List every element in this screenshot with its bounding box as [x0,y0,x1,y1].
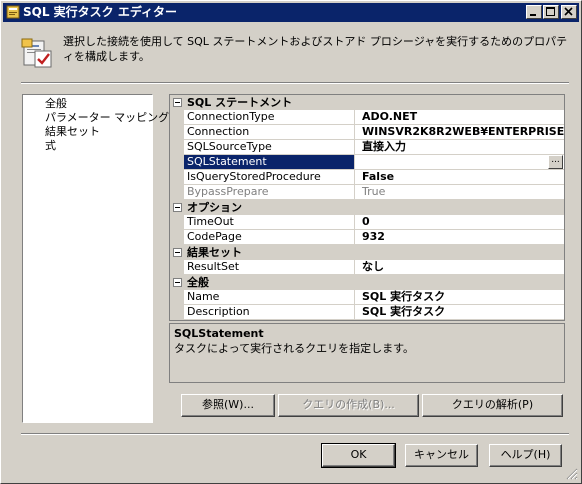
nav-item-parameter-mapping[interactable]: パラメーター マッピング [45,111,169,124]
minimize-button[interactable] [526,5,542,19]
ellipsis-button[interactable]: ... [548,155,563,169]
browse-button[interactable]: 参照(W)... [181,394,275,417]
collapse-icon[interactable] [173,248,182,257]
category-label: SQL ステートメント [187,96,293,109]
header-separator [21,82,569,84]
property-row-resultset[interactable]: ResultSet なし [170,260,564,275]
property-row-name[interactable]: Name SQL 実行タスク [170,290,564,305]
property-value[interactable]: 直接入力 [355,140,564,155]
page-nav-list [22,94,153,423]
property-row-sqlstatement[interactable]: SQLStatement ... [170,155,564,170]
collapse-icon[interactable] [173,278,182,287]
cancel-button[interactable]: キャンセル [405,444,478,467]
property-value[interactable] [355,155,564,170]
sql-task-editor-window: SQL 実行タスク エディター 選択した接続を使用して SQL ステートメントお… [0,0,582,484]
property-row-codepage[interactable]: CodePage 932 [170,230,564,245]
footer-separator [21,433,569,435]
ok-button[interactable]: OK [321,443,396,468]
category-sql-statement[interactable]: SQL ステートメント [170,95,564,110]
parse-query-button[interactable]: クエリの解析(P) [422,394,563,417]
category-result-set[interactable]: 結果セット [170,245,564,260]
nav-item-result-set[interactable]: 結果セット [45,125,100,138]
property-row-timeout[interactable]: TimeOut 0 [170,215,564,230]
task-properties-icon [21,38,52,68]
header-description: 選択した接続を使用して SQL ステートメントおよびストアド プロシージャを実行… [63,35,568,63]
property-name: TimeOut [184,215,355,230]
property-row-bypassprepare[interactable]: BypassPrepare True [170,185,564,200]
property-value[interactable]: 0 [355,215,564,230]
property-row-connectiontype[interactable]: ConnectionType ADO.NET [170,110,564,125]
category-label: 全般 [187,276,209,289]
property-description-panel: SQLStatement タスクによって実行されるクエリを指定します。 [169,323,565,383]
property-value[interactable]: 932 [355,230,564,245]
title-bar[interactable]: SQL 実行タスク エディター [3,3,579,22]
property-name: SQLStatement [184,155,355,170]
window-title: SQL 実行タスク エディター [23,5,178,19]
app-icon [6,5,20,19]
nav-item-general[interactable]: 全般 [45,97,67,110]
resize-grip-icon[interactable] [566,468,578,480]
description-title: SQLStatement [174,327,264,340]
property-name: Name [184,290,355,305]
property-name: Description [184,305,355,320]
property-row-sqlsourcetype[interactable]: SQLSourceType 直接入力 [170,140,564,155]
property-name: ConnectionType [184,110,355,125]
property-value: True [355,185,564,200]
property-grid: SQL ステートメント ConnectionType ADO.NET Conne… [169,94,565,321]
property-value[interactable]: False [355,170,564,185]
category-label: 結果セット [187,246,242,259]
category-options[interactable]: オプション [170,200,564,215]
property-value[interactable]: なし [355,260,564,275]
nav-item-expressions[interactable]: 式 [45,139,56,152]
property-name: IsQueryStoredProcedure [184,170,355,185]
property-value[interactable]: WINSVR2K8R2WEB¥ENTERPRISE. [355,125,564,140]
maximize-icon [546,7,555,16]
help-button[interactable]: ヘルプ(H) [489,444,562,467]
maximize-button[interactable] [543,5,559,19]
property-row-description[interactable]: Description SQL 実行タスク [170,305,564,320]
build-query-button[interactable]: クエリの作成(B)... [278,394,419,417]
property-row-isquerystoredprocedure[interactable]: IsQueryStoredProcedure False [170,170,564,185]
property-value[interactable]: SQL 実行タスク [355,305,564,320]
property-value[interactable]: SQL 実行タスク [355,290,564,305]
property-name: CodePage [184,230,355,245]
property-value[interactable]: ADO.NET [355,110,564,125]
minimize-icon [530,14,536,16]
property-name: ResultSet [184,260,355,275]
property-name: BypassPrepare [184,185,355,200]
category-general[interactable]: 全般 [170,275,564,290]
collapse-icon[interactable] [173,203,182,212]
property-row-connection[interactable]: Connection WINSVR2K8R2WEB¥ENTERPRISE. [170,125,564,140]
description-body: タスクによって実行されるクエリを指定します。 [174,342,415,355]
property-name: SQLSourceType [184,140,355,155]
close-icon [564,7,573,16]
category-label: オプション [187,201,242,214]
property-name: Connection [184,125,355,140]
close-button[interactable] [561,5,577,19]
collapse-icon[interactable] [173,98,182,107]
